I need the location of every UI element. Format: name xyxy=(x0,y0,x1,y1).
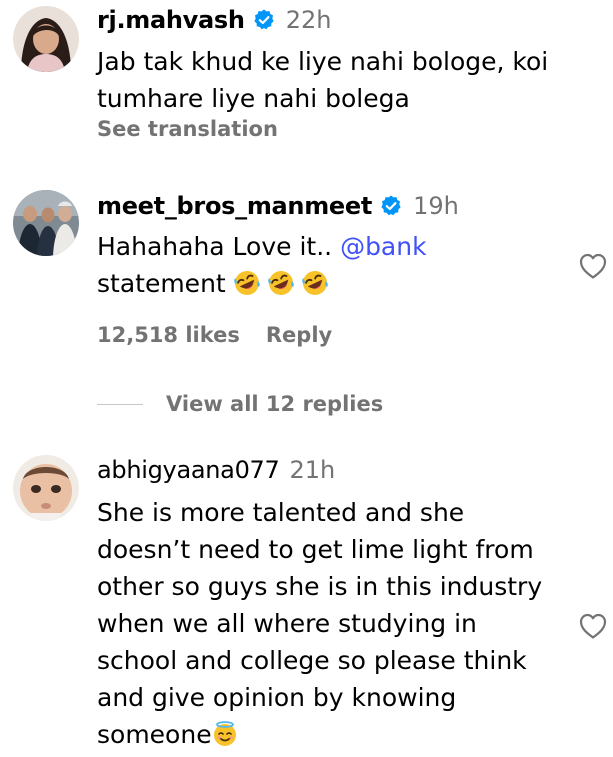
timestamp[interactable]: 19h xyxy=(413,192,459,220)
smiling-face-with-halo-emoji xyxy=(213,721,236,746)
comment-text-line: Jab tak khud ke liye nahi bologe, koi xyxy=(97,47,549,76)
avatar[interactable] xyxy=(13,190,79,256)
comment-text-line: tumhare liye nahi bolega xyxy=(97,84,410,113)
avatar[interactable] xyxy=(13,6,79,72)
comment-meta: 12,518 likes Reply xyxy=(97,323,332,347)
comment-text-line: She is more talented and she xyxy=(97,498,465,527)
comment-header: meet_bros_manmeet 19h xyxy=(97,192,459,220)
divider xyxy=(97,403,143,405)
comment-text: Hahahaha Love it.. @bank statement xyxy=(97,228,577,302)
comment-header: rj.mahvash 22h xyxy=(97,6,331,34)
rolling-on-floor-laughing-emoji xyxy=(267,271,294,295)
comment-text-line: Hahahaha Love it.. @bank xyxy=(97,228,577,265)
comment-text: She is more talented and she doesn’t nee… xyxy=(97,494,577,753)
username[interactable]: abhigyaana077 xyxy=(97,456,280,484)
rolling-on-floor-laughing-emoji xyxy=(301,271,328,295)
comment-text-line: someone xyxy=(97,716,577,753)
verified-badge-icon xyxy=(254,9,274,30)
comment-text-segment: someone xyxy=(97,720,212,749)
mention-link[interactable]: @bank xyxy=(340,232,427,261)
comment-text-line: school and college so please think xyxy=(97,646,527,675)
comment-text-line: doesn’t need to get lime light from xyxy=(97,535,534,564)
timestamp[interactable]: 21h xyxy=(290,456,336,484)
verified-badge-icon xyxy=(381,195,401,216)
view-replies-button[interactable]: View all 12 replies xyxy=(97,392,383,416)
see-translation-link[interactable]: See translation xyxy=(97,117,278,141)
view-replies-label: View all 12 replies xyxy=(166,392,384,416)
heart-outline-icon[interactable] xyxy=(578,252,608,280)
comment-text-segment: statement xyxy=(97,269,234,298)
comment-text: Jab tak khud ke liye nahi bologe, koi tu… xyxy=(97,43,577,117)
comment-text-line: other so guys she is in this industry xyxy=(97,572,543,601)
rolling-on-floor-laughing-emoji xyxy=(233,271,260,295)
comment-text-line: when we all where studying in xyxy=(97,609,477,638)
username[interactable]: rj.mahvash xyxy=(97,6,245,34)
likes-count[interactable]: 12,518 likes xyxy=(97,323,240,347)
comment-text-line: and give opinion by knowing xyxy=(97,683,457,712)
avatar[interactable] xyxy=(13,455,79,521)
reply-button[interactable]: Reply xyxy=(266,323,332,347)
timestamp[interactable]: 22h xyxy=(286,6,332,34)
heart-outline-icon[interactable] xyxy=(578,612,608,640)
comment-text-line: statement xyxy=(97,265,577,302)
comment-header: abhigyaana077 21h xyxy=(97,456,335,484)
comment-text-segment: Hahahaha Love it.. xyxy=(97,232,341,261)
username[interactable]: meet_bros_manmeet xyxy=(97,192,372,220)
